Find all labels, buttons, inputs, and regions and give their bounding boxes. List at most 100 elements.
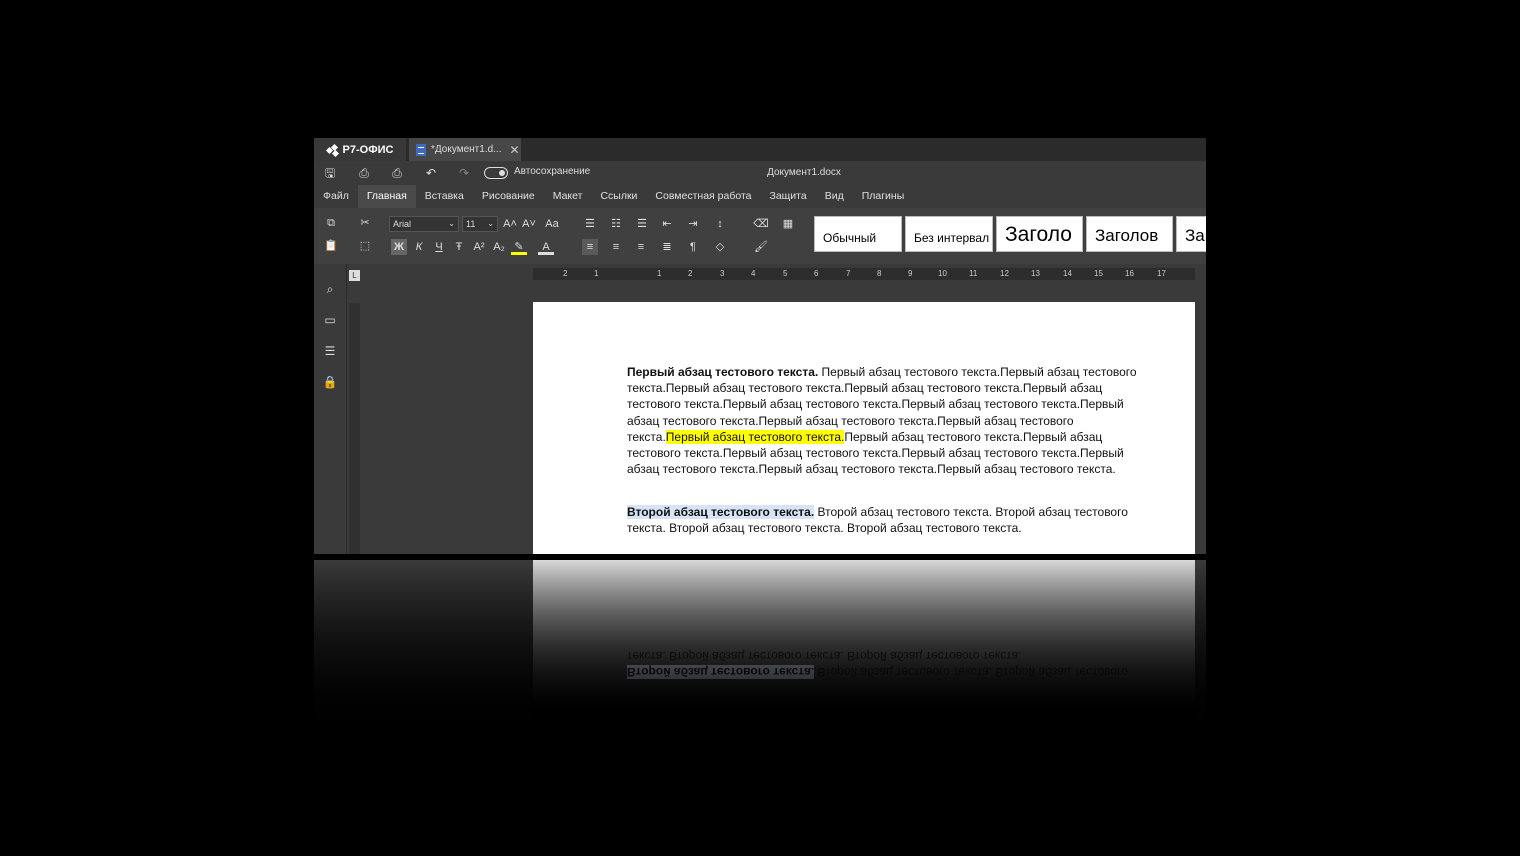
style-gallery: Обычный Без интервал Заголо Заголов Заг: [814, 216, 1206, 252]
highlighted-text: Первый абзац тестового текста.: [665, 429, 845, 444]
cut-icon[interactable]: ✂: [357, 215, 373, 231]
menu-layout[interactable]: Макет: [544, 185, 592, 208]
document-icon: [416, 143, 426, 156]
editor-window: Р7-ОФИС *Документ1.d... ✕ 🖫 ⎙ ⎙ ↶ ↷ Авто…: [314, 138, 1206, 554]
document-tab[interactable]: *Документ1.d... ✕: [409, 138, 521, 161]
tab-stop-icon[interactable]: L: [349, 270, 360, 281]
menu-references[interactable]: Ссылки: [591, 185, 646, 208]
window-title: Документ1.docx: [767, 167, 841, 178]
copy-icon[interactable]: ⧉: [323, 215, 339, 231]
ruler-mark: 11: [969, 269, 978, 278]
style-heading1[interactable]: Заголо: [996, 216, 1083, 252]
subscript-icon[interactable]: A₂: [491, 239, 507, 255]
menu-collaboration[interactable]: Совместная работа: [646, 185, 760, 208]
vertical-ruler-bar: [349, 303, 360, 554]
style-heading2[interactable]: Заголов: [1086, 216, 1173, 252]
ruler-mark: 2: [688, 269, 693, 278]
paragraph-1-bold: Первый абзац тестового текста.: [627, 365, 819, 379]
chevron-down-icon: ⌄: [487, 219, 494, 228]
style-no-spacing[interactable]: Без интервал: [905, 216, 993, 252]
quick-access-bar: 🖫 ⎙ ⎙ ↶ ↷ Автосохранение Документ1.docx: [314, 161, 1206, 185]
decrease-indent-icon[interactable]: ⇤: [659, 216, 675, 232]
comments-icon[interactable]: ▭: [322, 313, 338, 329]
ruler-mark: 10: [938, 269, 947, 278]
navigation-icon[interactable]: ☰: [322, 344, 338, 360]
clear-format-icon[interactable]: ⌫: [753, 216, 769, 232]
multilevel-icon[interactable]: ☰: [634, 216, 650, 232]
menu-insert[interactable]: Вставка: [416, 185, 473, 208]
vertical-ruler: L: [349, 270, 360, 554]
document-tab-label: *Документ1.d...: [431, 144, 502, 155]
style-normal[interactable]: Обычный: [814, 216, 902, 252]
paste-icon[interactable]: 📋: [323, 238, 339, 254]
menu-protection[interactable]: Защита: [760, 185, 815, 208]
underline-button[interactable]: Ч: [431, 239, 447, 255]
font-size-select[interactable]: 11 ⌄: [462, 216, 498, 232]
menu-view[interactable]: Вид: [816, 185, 853, 208]
ruler-mark: 1: [657, 269, 662, 278]
font-color-icon[interactable]: A: [538, 239, 554, 255]
ruler-mark: 14: [1063, 269, 1072, 278]
change-case-icon[interactable]: Aa: [541, 216, 563, 232]
font-name-select[interactable]: Arial ⌄: [389, 216, 459, 232]
bullets-icon[interactable]: ☰: [582, 216, 598, 232]
decrease-font-icon[interactable]: A˅: [521, 216, 537, 232]
main-menu: Файл Главная Вставка Рисование Макет Ссы…: [314, 185, 1206, 208]
ruler-mark: 5: [783, 269, 788, 278]
highlight-icon[interactable]: ✎: [511, 239, 527, 255]
select-all-icon[interactable]: ⬚: [357, 238, 373, 254]
search-icon[interactable]: ⌕: [322, 282, 338, 298]
bold-button[interactable]: Ж: [391, 239, 407, 255]
numbering-icon[interactable]: ☷: [608, 216, 624, 232]
ruler-mark: 8: [877, 269, 882, 278]
ruler-mark: 6: [814, 269, 819, 278]
home-toolbar: ⧉ ✂ 📋 ⬚ Arial ⌄ 11 ⌄ A˄ A˅ Aa Ж К Ч Ŧ A² A…: [314, 208, 1206, 264]
ruler-mark: 4: [751, 269, 756, 278]
ruler-mark: 16: [1125, 269, 1134, 278]
copy-style-icon[interactable]: 🖌: [753, 239, 769, 255]
chevron-down-icon: ⌄: [448, 219, 455, 228]
reflection-fade: [314, 560, 1206, 720]
menu-file[interactable]: Файл: [314, 185, 358, 208]
ruler-mark: 13: [1031, 269, 1040, 278]
superscript-icon[interactable]: A²: [471, 239, 487, 255]
logo-icon: [325, 143, 339, 157]
style-heading3[interactable]: Заг: [1176, 216, 1206, 252]
strikethrough-button[interactable]: Ŧ: [451, 239, 467, 255]
ruler-mark: 7: [846, 269, 851, 278]
horizontal-ruler[interactable]: 2 1 1 2 3 4 5 6 7 8 9 10 11 12 13 14 15 …: [533, 268, 1195, 280]
align-left-icon[interactable]: ≡: [582, 239, 598, 255]
ruler-mark: 1: [594, 269, 599, 278]
menu-draw[interactable]: Рисование: [473, 185, 544, 208]
title-bar: Р7-ОФИС *Документ1.d... ✕: [314, 138, 1206, 161]
align-right-icon[interactable]: ≡: [633, 239, 649, 255]
ruler-mark: 17: [1157, 269, 1166, 278]
ruler-mark: 9: [908, 269, 913, 278]
logo-text: Р7-ОФИС: [342, 143, 394, 156]
increase-indent-icon[interactable]: ⇥: [685, 216, 701, 232]
ruler-mark: 15: [1094, 269, 1103, 278]
font-name-value: Arial: [393, 219, 412, 229]
window-reflection: Второй абзац тестового текста. Второй аб…: [314, 560, 1206, 720]
document-page[interactable]: Первый абзац тестового текста. Первый аб…: [533, 302, 1195, 554]
align-center-icon[interactable]: ≡: [608, 239, 624, 255]
menu-plugins[interactable]: Плагины: [853, 185, 914, 208]
paragraph-1[interactable]: Первый абзац тестового текста. Первый аб…: [627, 364, 1147, 477]
paragraph-marks-icon[interactable]: ¶: [685, 239, 701, 255]
italic-button[interactable]: К: [411, 239, 427, 255]
font-size-value: 11: [466, 219, 476, 229]
ruler-mark: 12: [1000, 269, 1009, 278]
paragraph-2[interactable]: Второй абзац тестового текста. Второй аб…: [627, 504, 1147, 536]
menu-home[interactable]: Главная: [357, 185, 416, 208]
color-scheme-icon[interactable]: ▦: [780, 216, 796, 232]
close-icon[interactable]: ✕: [510, 143, 520, 157]
left-sidebar: ⌕ ▭ ☰ 🔒: [314, 264, 347, 554]
ruler-mark: 3: [720, 269, 725, 278]
justify-icon[interactable]: ≣: [659, 239, 675, 255]
selected-text: Второй абзац тестового текста.: [627, 505, 815, 519]
line-spacing-icon[interactable]: ↕: [712, 216, 728, 232]
shading-icon[interactable]: ◇: [712, 239, 728, 255]
lock-icon[interactable]: 🔒: [322, 375, 338, 391]
app-logo[interactable]: Р7-ОФИС: [314, 138, 406, 161]
increase-font-icon[interactable]: A˄: [502, 216, 518, 232]
